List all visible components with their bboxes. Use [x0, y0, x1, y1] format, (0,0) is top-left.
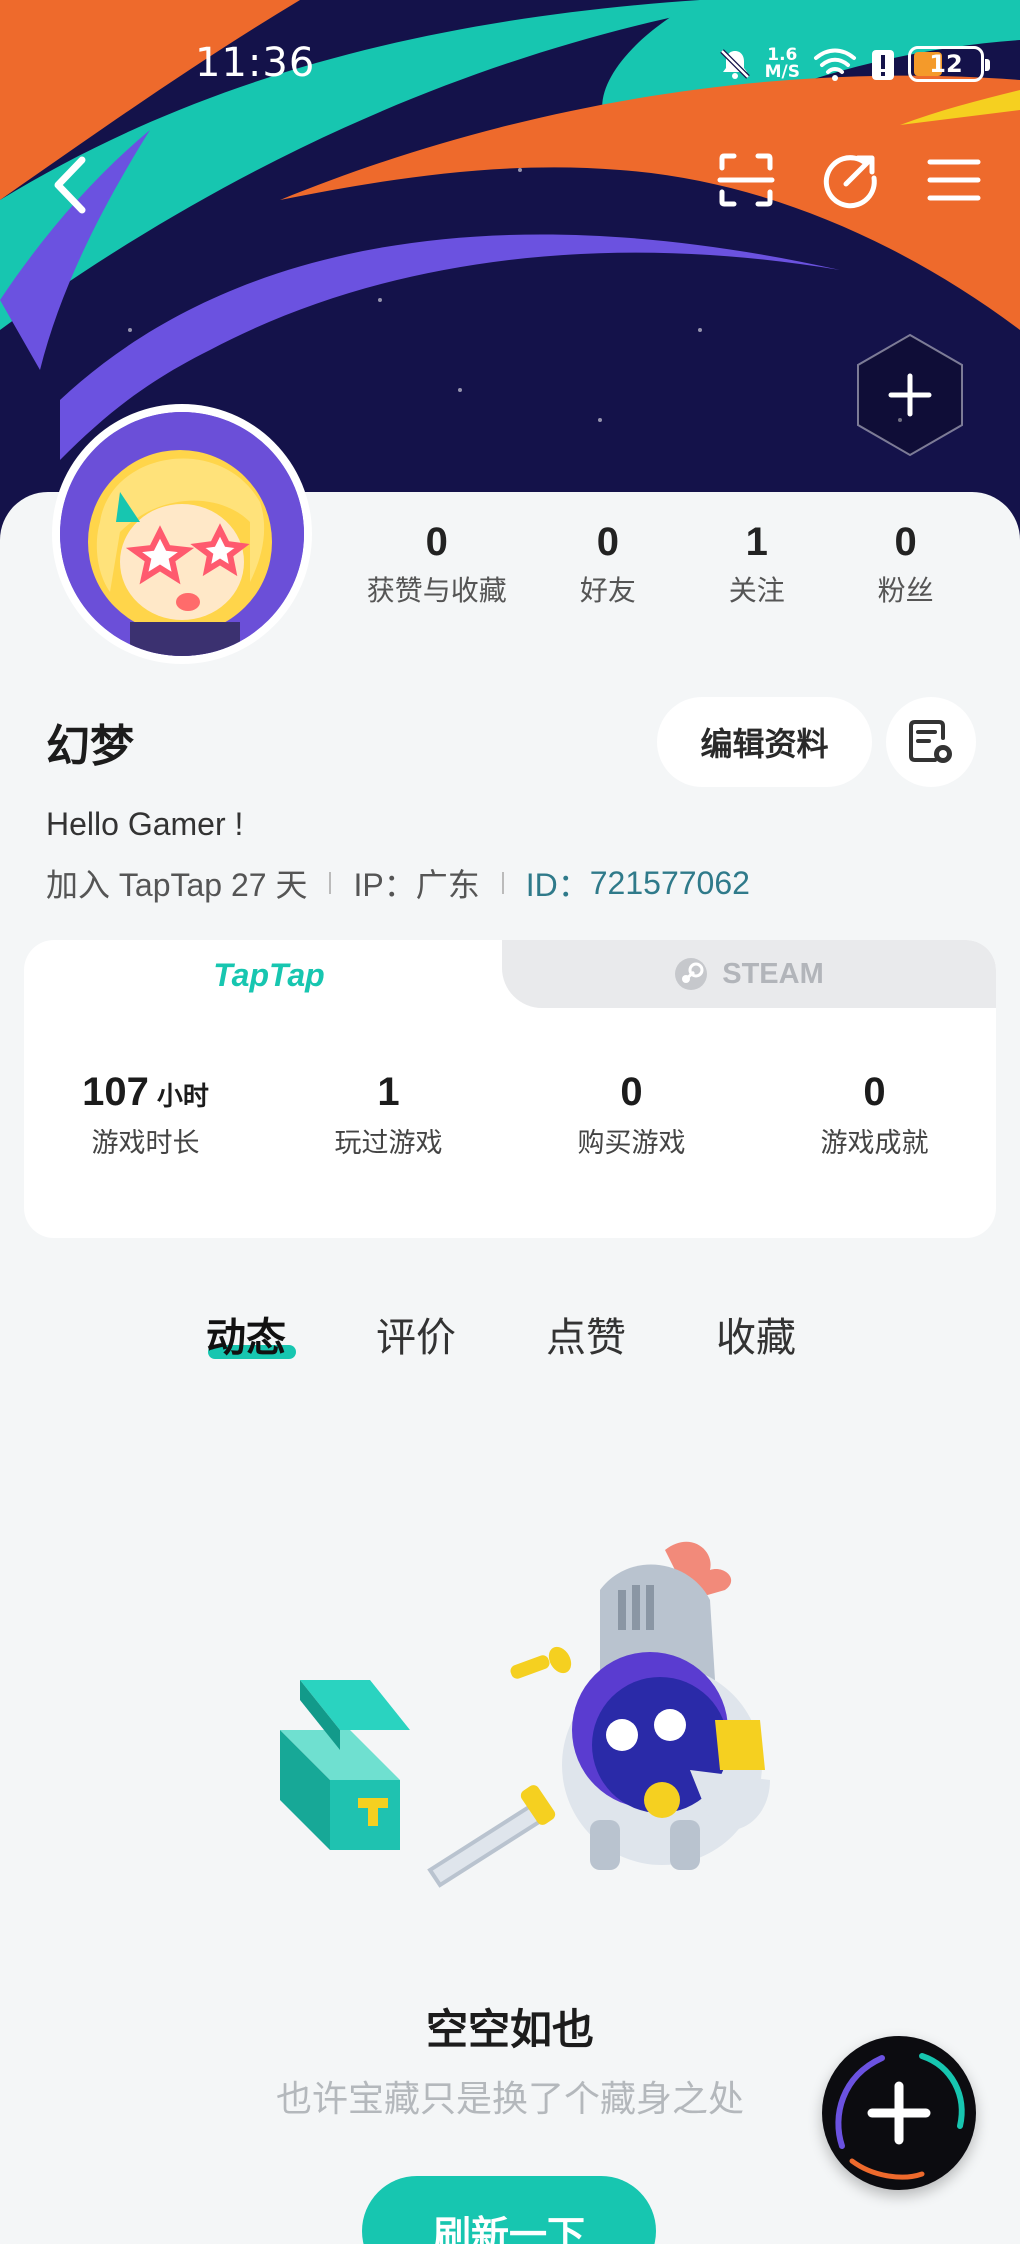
divider: [501, 872, 504, 894]
tab-favorites-label: 收藏: [716, 1315, 796, 1361]
avatar[interactable]: [52, 404, 312, 664]
menu-icon[interactable]: [924, 150, 984, 210]
achievements-value: 0: [863, 1070, 886, 1114]
hexagon-plus-icon[interactable]: [854, 332, 966, 458]
back-button[interactable]: [46, 150, 96, 220]
stat-followers-value: 0: [894, 520, 917, 564]
treasure-chest-icon: [280, 1680, 410, 1850]
stat-purchased-games[interactable]: 0 购买游戏: [510, 1070, 753, 1160]
tab-steam[interactable]: STEAM: [502, 940, 996, 1008]
tab-favorites[interactable]: 收藏: [716, 1305, 886, 1363]
profile-stats: 0 获赞与收藏 0 好友 1 关注 0 粉丝: [340, 520, 980, 609]
stat-friends-label: 好友: [579, 574, 636, 607]
stat-played-games[interactable]: 1 玩过游戏: [267, 1070, 510, 1160]
tab-reviews-label: 评价: [376, 1315, 456, 1361]
mute-icon: [719, 49, 750, 79]
id-label[interactable]: ID：: [526, 860, 590, 906]
avatar-image: [60, 412, 304, 656]
stat-following-label: 关注: [728, 574, 785, 607]
play-time-label: 游戏时长: [91, 1128, 200, 1159]
profile-meta: 加入 TapTap 27 天 IP： 广东 ID： 721577062: [46, 860, 750, 906]
signal-alert-icon: [872, 50, 894, 80]
tab-steam-label: STEAM: [722, 957, 824, 990]
profile-settings-button[interactable]: [886, 697, 976, 787]
stat-followers[interactable]: 0 粉丝: [831, 520, 980, 609]
nickname: 幻梦: [46, 721, 134, 772]
battery-icon: 12: [908, 46, 990, 82]
play-time-unit: 小时: [156, 1081, 209, 1111]
create-post-button[interactable]: [822, 2036, 976, 2190]
played-games-value: 1: [377, 1070, 400, 1114]
stat-achievements[interactable]: 0 游戏成就: [753, 1070, 996, 1160]
joined-days: 加入 TapTap 27 天: [46, 867, 308, 903]
tab-likes[interactable]: 点赞: [546, 1305, 716, 1363]
battery-level: 12: [929, 50, 963, 78]
divider: [329, 872, 332, 894]
top-actions: [716, 150, 984, 210]
stat-following[interactable]: 1 关注: [682, 520, 831, 609]
stat-play-time[interactable]: 107 小时 游戏时长: [24, 1070, 267, 1160]
edit-profile-button[interactable]: 编辑资料: [657, 697, 872, 787]
tab-taptap[interactable]: TapTap: [24, 940, 514, 1010]
empty-state-illustration: [280, 1541, 770, 1888]
share-icon[interactable]: [820, 150, 880, 210]
status-icons: 1.6 M/S 12: [717, 42, 990, 86]
stat-friends-value: 0: [596, 520, 620, 564]
ip-value: 广东: [415, 867, 480, 903]
document-settings-icon: [909, 720, 952, 763]
ip-label: IP：: [353, 867, 416, 903]
tab-moments-label: 动态: [206, 1315, 286, 1361]
purchased-games-label: 购买游戏: [577, 1128, 686, 1159]
tab-moments[interactable]: 动态: [206, 1305, 376, 1363]
refresh-button[interactable]: 刷新一下: [362, 2176, 656, 2244]
id-value[interactable]: 721577062: [590, 865, 750, 902]
platform-stats: 107 小时 游戏时长 1 玩过游戏 0 购买游戏 0 游戏成就: [24, 1070, 996, 1160]
scan-icon[interactable]: [716, 150, 776, 210]
status-time: 11:36: [195, 40, 316, 86]
steam-icon: [675, 958, 708, 990]
bio: Hello Gamer !: [46, 806, 244, 842]
plus-icon: [835, 2053, 965, 2180]
stat-likes-value: 0: [425, 520, 448, 564]
profile-screen: 11:36 1.6 M/S 12 0 获赞与收藏 0 好友 1 关注 0 粉丝 …: [0, 0, 1020, 2244]
stat-friends[interactable]: 0 好友: [533, 520, 682, 609]
wifi-icon: [814, 48, 856, 81]
stat-likes[interactable]: 0 获赞与收藏: [340, 520, 533, 609]
play-time-value: 107: [82, 1070, 149, 1114]
achievements-label: 游戏成就: [820, 1128, 929, 1159]
stat-likes-label: 获赞与收藏: [366, 574, 507, 607]
knight-mascot-icon: [427, 1541, 770, 1888]
purchased-games-value: 0: [620, 1070, 643, 1114]
stat-following-value: 1: [745, 520, 768, 564]
stat-followers-label: 粉丝: [877, 574, 934, 607]
net-speed-unit: M/S: [764, 62, 800, 82]
played-games-label: 玩过游戏: [334, 1128, 443, 1159]
feed-tabs: 动态 评价 点赞 收藏: [206, 1305, 886, 1363]
net-speed: 1.6 M/S: [765, 47, 800, 81]
tab-reviews[interactable]: 评价: [376, 1305, 546, 1363]
platform-card: STEAM TapTap 107 小时 游戏时长 1 玩过游戏 0 购买游戏 0 …: [24, 940, 996, 1238]
tab-likes-label: 点赞: [546, 1315, 626, 1361]
